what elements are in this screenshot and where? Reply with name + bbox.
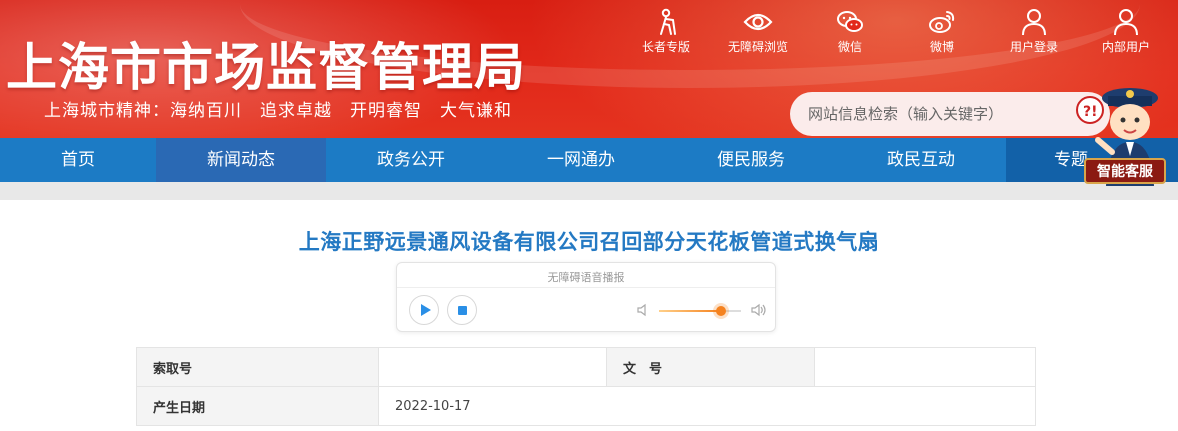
internal-user-link[interactable]: 内部用户 (1080, 8, 1172, 55)
date-label: 产生日期 (136, 386, 379, 426)
player-label: 无障碍语音播报 (547, 271, 625, 284)
elderly-icon (660, 8, 676, 35)
site-header: 上海市市场监督管理局 上海城市精神：海纳百川 追求卓越 开明睿智 大气谦和 长者… (0, 0, 1178, 138)
top-link-label: 长者专版 (641, 40, 690, 54)
nav-convenience-services[interactable]: 便民服务 (666, 138, 836, 182)
doc-no-label: 文 号 (606, 347, 815, 387)
weibo-link[interactable]: 微博 (896, 8, 988, 55)
index-no-label: 索取号 (136, 347, 379, 387)
doc-no-value (814, 347, 1036, 387)
elderly-version-link[interactable]: 长者专版 (620, 8, 712, 55)
top-link-label: 内部用户 (1101, 40, 1150, 54)
stop-button[interactable] (447, 295, 477, 325)
internal-user-icon (1114, 9, 1138, 36)
user-icon (1022, 9, 1046, 36)
top-links: 长者专版 无障碍浏览 微信 微博 用户登录 内部用户 (620, 8, 1172, 55)
index-no-value (378, 347, 607, 387)
svg-text:?!: ?! (1083, 104, 1098, 120)
wechat-icon (837, 11, 863, 32)
voice-player: 无障碍语音播报 (396, 262, 776, 332)
nav-news[interactable]: 新闻动态 (156, 138, 326, 182)
document-info-table: 索取号 文 号 产生日期 2022-10-17 (136, 347, 1036, 426)
top-link-label: 微博 (929, 40, 954, 54)
volume-knob[interactable] (715, 306, 726, 316)
wechat-link[interactable]: 微信 (804, 8, 896, 55)
weibo-icon (929, 11, 955, 33)
player-divider (397, 287, 775, 288)
nav-shadow-bar (0, 182, 1178, 200)
smart-service-button[interactable]: 智能客服 (1084, 158, 1166, 184)
site-title[interactable]: 上海市市场监督管理局 (6, 26, 526, 100)
user-login-link[interactable]: 用户登录 (988, 8, 1080, 55)
date-value: 2022-10-17 (378, 386, 1036, 426)
site-search (790, 92, 1110, 136)
main-nav: 首页 新闻动态 政务公开 一网通办 便民服务 政民互动 专题 (0, 138, 1178, 182)
top-link-label: 微信 (837, 40, 862, 54)
nav-home[interactable]: 首页 (0, 138, 156, 182)
article-title: 上海正野远景通风设备有限公司召回部分天花板管道式换气扇 (298, 230, 880, 254)
top-link-label: 无障碍浏览 (727, 40, 788, 54)
volume-slider[interactable] (659, 306, 741, 316)
table-row: 索取号 文 号 (136, 347, 1036, 387)
table-row: 产生日期 2022-10-17 (136, 386, 1036, 426)
nav-government-affairs[interactable]: 政务公开 (326, 138, 496, 182)
volume-high-icon (751, 303, 766, 317)
nav-one-network-service[interactable]: 一网通办 (496, 138, 666, 182)
city-spirit-slogan: 上海城市精神：海纳百川 追求卓越 开明睿智 大气谦和 (44, 101, 512, 121)
top-link-label: 用户登录 (1009, 40, 1058, 54)
volume-low-icon (637, 303, 646, 317)
search-input[interactable] (806, 104, 1080, 124)
nav-public-interaction[interactable]: 政民互动 (836, 138, 1006, 182)
volume-fill (659, 310, 721, 312)
accessibility-link[interactable]: 无障碍浏览 (712, 8, 804, 55)
play-button[interactable] (409, 295, 439, 325)
eye-icon (743, 13, 773, 31)
